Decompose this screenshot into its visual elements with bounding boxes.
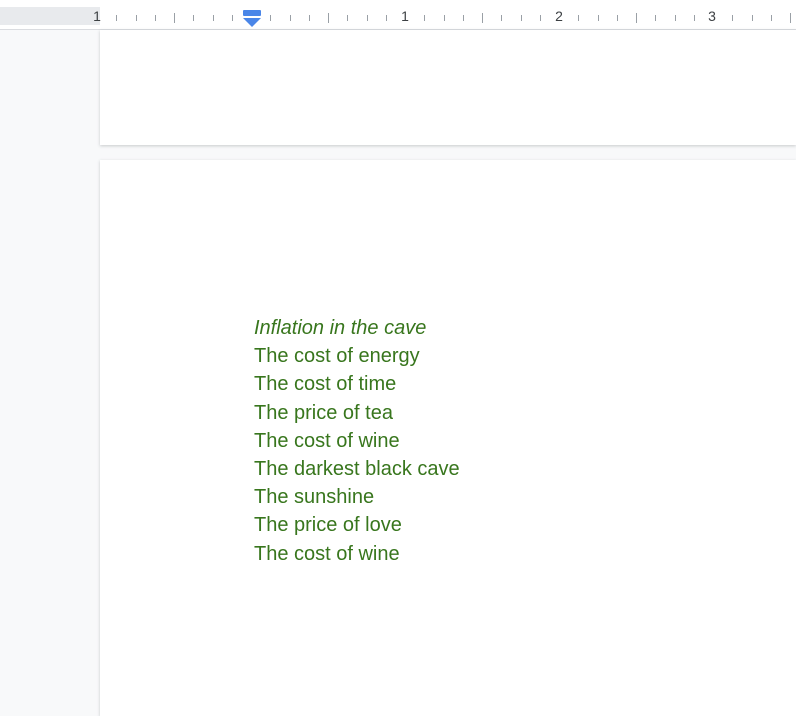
ruler-tick (636, 13, 637, 23)
ruler-tick (655, 15, 656, 21)
ruler-number: 1 (401, 8, 409, 24)
poem-line: The cost of time (254, 373, 397, 396)
ruler-tick (347, 15, 348, 21)
poem-line: The cost of energy (254, 345, 420, 368)
ruler-tick (598, 15, 599, 21)
ruler-tick (771, 15, 772, 21)
ruler-tick (232, 15, 233, 21)
poem-text[interactable]: Inflation in the cave The cost of energy… (254, 314, 460, 568)
ruler-tick (463, 15, 464, 21)
ruler-tick (155, 15, 156, 21)
poem-title: Inflation in the cave (254, 317, 427, 339)
ruler-number: 1 (93, 8, 101, 24)
poem-line: The price of love (254, 514, 402, 537)
horizontal-ruler[interactable]: 1 1 2 3 (0, 0, 796, 30)
ruler-tick (367, 15, 368, 21)
poem-line: The sunshine (254, 486, 375, 509)
ruler-tick (732, 15, 733, 21)
ruler-tick (309, 15, 310, 21)
ruler-tick (444, 15, 445, 21)
ruler-tick (193, 15, 194, 21)
ruler-tick (386, 15, 387, 21)
poem-line: The darkest black cave (254, 457, 460, 480)
ruler-number: 3 (708, 8, 716, 24)
ruler-tick (521, 15, 522, 21)
ruler-number: 2 (555, 8, 563, 24)
ruler-tick (578, 15, 579, 21)
ruler-tick (752, 15, 753, 21)
ruler-left-margin (0, 7, 100, 25)
ruler-tick (116, 15, 117, 21)
ruler-tick (482, 13, 483, 23)
ruler-tick (790, 13, 791, 23)
ruler-tick (174, 13, 175, 23)
ruler-tick (270, 15, 271, 21)
ruler-tick (213, 15, 214, 21)
ruler-tick (424, 15, 425, 21)
first-line-indent-icon[interactable] (242, 10, 262, 28)
ruler-tick (501, 15, 502, 21)
ruler-tick (694, 15, 695, 21)
ruler-tick (675, 15, 676, 21)
ruler-tick (136, 15, 137, 21)
ruler-tick (617, 15, 618, 21)
poem-line: The cost of wine (254, 429, 400, 452)
document-page[interactable] (100, 30, 796, 145)
ruler-tick (290, 15, 291, 21)
poem-line: The price of tea (254, 401, 393, 424)
ruler-tick (328, 13, 329, 23)
ruler-tick (540, 15, 541, 21)
document-page[interactable]: Inflation in the cave The cost of energy… (100, 160, 796, 716)
poem-line: The cost of wine (254, 542, 400, 565)
